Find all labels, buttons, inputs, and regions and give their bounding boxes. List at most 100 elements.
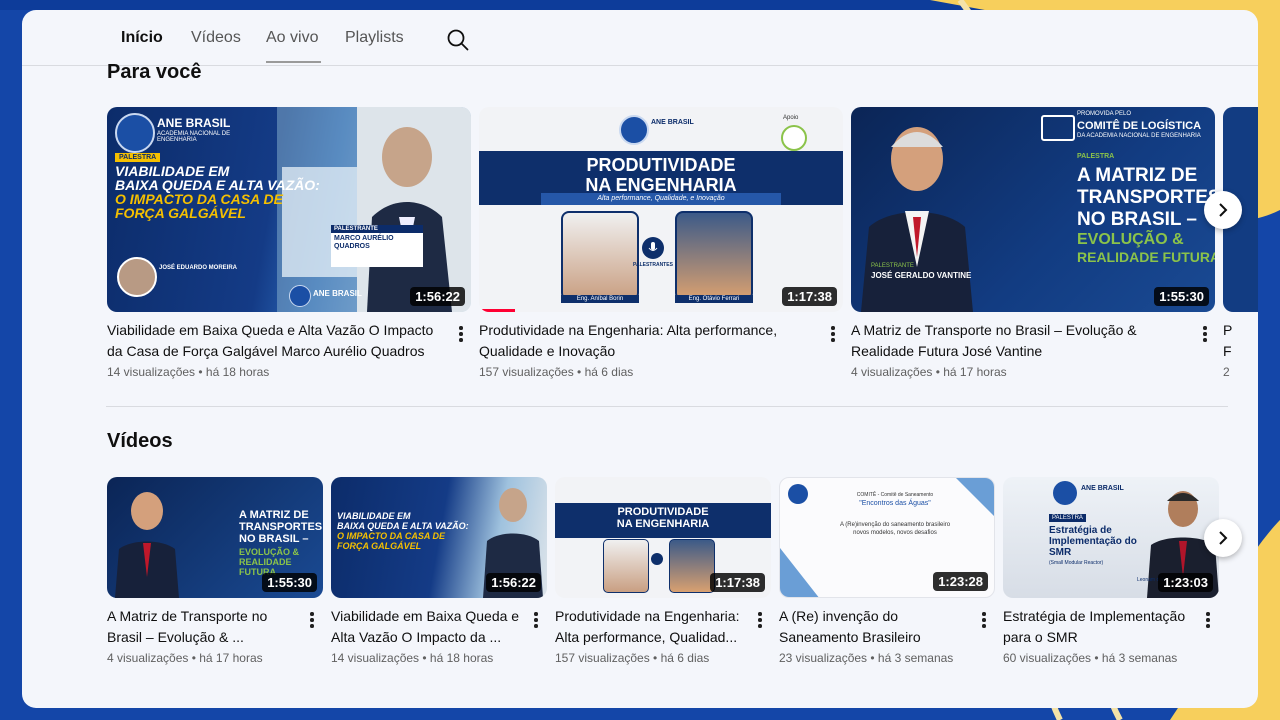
- ane-logo: [619, 115, 649, 145]
- thumb-headline-1: A MATRIZ DE: [1077, 165, 1198, 186]
- ane-logo-small: [289, 285, 311, 307]
- thumb-committee: COMITÊ DE LOGÍSTICA: [1077, 120, 1202, 132]
- video-title-line-2[interactable]: Qualidade e Inovação: [479, 341, 615, 362]
- video-meta: 14 visualizações • há 18 horas: [331, 651, 494, 665]
- thumb-headline-2: BAIXA QUEDA E ALTA VAZÃO:: [115, 177, 320, 193]
- video-card[interactable]: PRODUTIVIDADE NA ENGENHARIA 1:17:38 Produ…: [555, 477, 771, 677]
- ane-logo: [115, 113, 155, 153]
- thumb-tag: PALESTRA: [1049, 514, 1086, 522]
- speaker-photo-left: [603, 539, 649, 593]
- video-meta: 2: [1223, 365, 1230, 379]
- video-thumbnail[interactable]: PROMOVIDA PELO COMITÊ DE LOGÍSTICA DA AC…: [851, 107, 1215, 312]
- video-title-line-1[interactable]: A Matriz de Transporte no: [107, 606, 267, 627]
- more-vert-icon[interactable]: [982, 612, 986, 628]
- channel-window: Início Vídeos Ao vivo Playlists Para voc…: [22, 10, 1258, 708]
- speaker-name-right: Eng. Otávio Ferrari: [675, 295, 753, 303]
- more-vert-icon[interactable]: [831, 326, 835, 342]
- thumb-headline-2: TRANSPORTES: [1077, 187, 1215, 208]
- tab-videos[interactable]: Vídeos: [191, 29, 241, 47]
- video-title-line-1[interactable]: A Matriz de Transporte no Brasil – Evolu…: [851, 320, 1137, 341]
- video-title-line-2[interactable]: Realidade Futura José Vantine: [851, 341, 1042, 362]
- more-vert-icon[interactable]: [534, 612, 538, 628]
- video-thumbnail[interactable]: ANE BRASIL PALESTRA Estratégia de Implem…: [1003, 477, 1219, 598]
- channel-tabs: Início Vídeos Ao vivo Playlists: [22, 10, 1258, 66]
- video-card[interactable]: COMITÊ - Comitê de Saneamento "Encontros…: [779, 477, 995, 677]
- speakers-label: PALESTRANTES: [633, 262, 673, 268]
- ane-logo: [788, 484, 808, 504]
- video-title-line-2[interactable]: Alta performance, Qualidad...: [555, 627, 737, 648]
- tab-playlists[interactable]: Playlists: [345, 29, 404, 47]
- speaker-name: MARCO AURÉLIO QUADROS: [334, 235, 394, 250]
- tab-ao-vivo-hover-underline: [266, 61, 321, 63]
- video-card[interactable]: VIABILIDADE EM BAIXA QUEDA E ALTA VAZÃO: …: [331, 477, 547, 677]
- video-title-line-2[interactable]: F: [1223, 341, 1232, 362]
- video-card[interactable]: ANE BRASIL Apoio PRODUTIVIDADE NA ENGENH…: [479, 107, 843, 387]
- video-title-line-1[interactable]: Viabilidade em Baixa Queda e Alta Vazão …: [107, 320, 433, 341]
- more-vert-icon[interactable]: [758, 612, 762, 628]
- video-thumbnail[interactable]: ANE BRASIL ACADEMIA NACIONAL DE ENGENHAR…: [107, 107, 471, 312]
- video-meta: 23 visualizações • há 3 semanas: [779, 651, 954, 665]
- thumb-subtitle: (Small Modular Reactor): [1049, 560, 1104, 566]
- video-meta: 60 visualizações • há 3 semanas: [1003, 651, 1178, 665]
- thumb-headline-yellow: O IMPACTO DA CASA DE FORÇA GALGÁVEL: [337, 531, 446, 551]
- thumb-apoio: Apoio: [783, 115, 799, 121]
- speaker-photo-left: [561, 211, 639, 301]
- speaker-photo: [115, 492, 179, 598]
- video-title-line-1[interactable]: A (Re) invenção do: [779, 606, 898, 627]
- video-duration: 1:56:22: [410, 287, 465, 306]
- video-thumbnail[interactable]: ANE BRASIL Apoio PRODUTIVIDADE NA ENGENH…: [479, 107, 843, 312]
- speaker-role: PALESTRANTE: [331, 225, 423, 233]
- moderator-photo: [117, 257, 157, 297]
- sponsor-logo: [781, 125, 807, 151]
- video-duration: 1:17:38: [710, 573, 765, 592]
- chevron-right-icon: [1219, 203, 1228, 217]
- tab-inicio[interactable]: Início: [121, 29, 163, 47]
- video-thumbnail[interactable]: COMITÊ - Comitê de Saneamento "Encontros…: [779, 477, 995, 598]
- ane-logo: [1053, 481, 1077, 505]
- video-title-line-1[interactable]: Produtividade na Engenharia:: [555, 606, 739, 627]
- video-card-partial[interactable]: P F 2: [1223, 107, 1258, 387]
- video-title-line-2[interactable]: para o SMR: [1003, 627, 1078, 648]
- shelf-next-button[interactable]: [1204, 191, 1242, 229]
- video-title-line-2[interactable]: Alta Vazão O Impacto da ...: [331, 627, 501, 648]
- video-thumbnail[interactable]: PRODUTIVIDADE NA ENGENHARIA 1:17:38: [555, 477, 771, 598]
- video-title-line-2[interactable]: da Casa de Força Galgável Marco Aurélio …: [107, 341, 425, 362]
- thumb-brand: ANE BRASIL: [651, 119, 694, 126]
- video-card[interactable]: A MATRIZ DE TRANSPORTES NO BRASIL – EVOLUÇ…: [107, 477, 323, 677]
- video-title-line-2[interactable]: Brasil – Evolução & ...: [107, 627, 244, 648]
- search-icon[interactable]: [446, 28, 470, 52]
- mic-icon: [642, 237, 664, 259]
- video-thumbnail[interactable]: VIABILIDADE EM BAIXA QUEDA E ALTA VAZÃO: …: [331, 477, 547, 598]
- thumb-line-1: COMITÊ - Comitê de Saneamento: [856, 492, 934, 498]
- video-duration: 1:17:38: [782, 287, 837, 306]
- thumb-headline-1: VIABILIDADE EM: [115, 163, 230, 179]
- video-card[interactable]: ANE BRASIL ACADEMIA NACIONAL DE ENGENHAR…: [107, 107, 471, 387]
- thumb-academy: DA ACADEMIA NACIONAL DE ENGENHARIA: [1077, 133, 1201, 139]
- watch-progress-bar: [479, 309, 515, 312]
- video-duration: 1:23:03: [1158, 573, 1213, 592]
- video-title-line-1[interactable]: P: [1223, 320, 1232, 341]
- thumb-headline-2: NA ENGENHARIA: [585, 175, 737, 195]
- shelf-next-button[interactable]: [1204, 519, 1242, 557]
- video-card[interactable]: PROMOVIDA PELO COMITÊ DE LOGÍSTICA DA AC…: [851, 107, 1215, 387]
- section-divider: [106, 406, 1228, 407]
- video-title-line-2[interactable]: Saneamento Brasileiro: [779, 627, 921, 648]
- more-vert-icon[interactable]: [1206, 612, 1210, 628]
- video-thumbnail[interactable]: A MATRIZ DE TRANSPORTES NO BRASIL – EVOLUÇ…: [107, 477, 323, 598]
- thumb-tag: PALESTRA: [115, 153, 161, 162]
- video-title-line-1[interactable]: Estratégia de Implementação: [1003, 606, 1185, 627]
- video-card[interactable]: ANE BRASIL PALESTRA Estratégia de Implem…: [1003, 477, 1219, 677]
- tab-ao-vivo[interactable]: Ao vivo: [266, 29, 318, 47]
- video-duration: 1:23:28: [933, 572, 988, 591]
- video-duration: 1:55:30: [1154, 287, 1209, 306]
- thumb-brand-sub: ACADEMIA NACIONAL DE ENGENHARIA: [157, 131, 231, 143]
- video-title-line-1[interactable]: Viabilidade em Baixa Queda e: [331, 606, 519, 627]
- more-vert-icon[interactable]: [310, 612, 314, 628]
- mic-icon: [651, 553, 663, 565]
- more-vert-icon[interactable]: [1203, 326, 1207, 342]
- more-vert-icon[interactable]: [459, 326, 463, 342]
- thumb-headline-4: FORÇA GALGÁVEL: [115, 205, 246, 221]
- thumb-brand-footer: ANE BRASIL: [313, 289, 362, 298]
- video-title-line-1[interactable]: Produtividade na Engenharia: Alta perfor…: [479, 320, 777, 341]
- thumb-headline-1: Estratégia de: [1049, 525, 1112, 536]
